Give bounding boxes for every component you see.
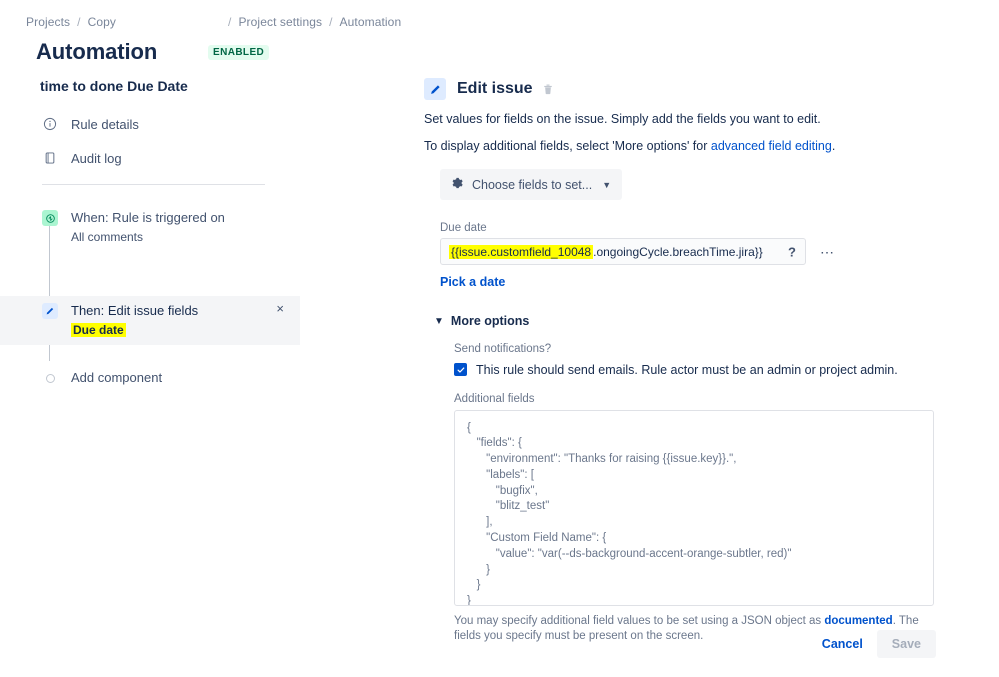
edit-issue-detail-panel: Edit issue Set values for fields on the … [424, 78, 984, 644]
detail-footer: Cancel Save [424, 630, 936, 658]
send-emails-checkbox-label: This rule should send emails. Rule actor… [476, 362, 898, 377]
rule-node-title: Add component [71, 370, 163, 385]
due-date-field-block: Due date {{issue.customfield_10048 .ongoi… [440, 222, 984, 291]
pick-a-date-link[interactable]: Pick a date [440, 275, 505, 289]
detail-header: Edit issue [424, 78, 984, 100]
rule-tree: When: Rule is triggered on All comments … [0, 203, 300, 392]
breadcrumb-item-copy[interactable]: Copy [88, 15, 116, 29]
help-text-before: You may specify additional field values … [454, 614, 825, 627]
page-title: Automation [36, 39, 158, 64]
rule-node-title: Then: Edit issue fields [71, 303, 199, 318]
breadcrumb-separator-3: / [329, 15, 333, 29]
rule-node-add-component[interactable]: Add component [0, 363, 300, 392]
close-icon[interactable]: × [276, 302, 284, 339]
choose-fields-label: Choose fields to set... [472, 177, 593, 192]
documented-link[interactable]: documented [824, 615, 892, 627]
rule-node-subtitle-wrap: Due date [71, 321, 276, 339]
trash-icon[interactable] [542, 83, 554, 96]
breadcrumb-separator-1: / [77, 15, 81, 29]
detail-description-2: To display additional fields, select 'Mo… [424, 138, 984, 155]
checkbox-icon[interactable] [454, 363, 467, 376]
breadcrumb-item-automation[interactable]: Automation [340, 15, 402, 29]
detail-description-2-before: To display additional fields, select 'Mo… [424, 139, 711, 153]
cancel-button[interactable]: Cancel [812, 630, 873, 658]
rule-node-subtitle: All comments [71, 230, 144, 244]
trigger-icon [42, 210, 58, 226]
due-date-label: Due date [440, 222, 487, 234]
detail-description-1: Set values for fields on the issue. Simp… [424, 112, 821, 126]
info-circle-icon [42, 116, 58, 132]
ellipsis-icon[interactable]: ⋯ [820, 245, 835, 259]
status-badge: ENABLED [208, 45, 270, 60]
due-date-input-row: {{issue.customfield_10048 .ongoingCycle.b… [440, 238, 984, 265]
additional-fields-editor[interactable]: { "fields": { "environment": "Thanks for… [454, 409, 934, 606]
sidebar-item-label: Rule details [71, 116, 139, 132]
sidebar-item-rule-details[interactable]: Rule details [42, 111, 300, 137]
rule-node-edit-issue-fields[interactable]: Then: Edit issue fields Due date × [0, 296, 300, 345]
rule-node-title: When: Rule is triggered on [71, 210, 225, 225]
rule-name: time to done Due Date [40, 78, 188, 94]
choose-fields-dropdown[interactable]: Choose fields to set... ▼ [440, 169, 623, 200]
gear-icon [450, 176, 464, 193]
send-emails-checkbox-row[interactable]: This rule should send emails. Rule actor… [454, 363, 984, 377]
edit-pencil-icon [424, 78, 446, 100]
save-button[interactable]: Save [876, 630, 936, 658]
additional-fields-label: Additional fields [454, 392, 535, 405]
rule-node-trigger[interactable]: When: Rule is triggered on All comments [0, 203, 300, 252]
rule-nav-list: Rule details Audit log [0, 111, 300, 171]
advanced-field-editing-link[interactable]: advanced field editing [711, 139, 832, 153]
edit-pencil-icon [42, 303, 58, 319]
chevron-down-icon: ▼ [602, 179, 612, 190]
detail-description-2-after: . [831, 139, 836, 153]
breadcrumb-separator-2: / [228, 15, 232, 29]
more-options-toggle[interactable]: ▼ More options [434, 314, 529, 328]
sidebar-item-audit-log[interactable]: Audit log [42, 145, 300, 171]
sidebar-divider [42, 184, 265, 185]
sidebar-item-label: Audit log [71, 150, 122, 166]
chevron-down-icon: ▼ [434, 315, 444, 327]
due-date-value-rest: .ongoingCycle.breachTime.jira}} [593, 244, 763, 259]
automation-page: Projects / Copy / Project settings / Aut… [0, 0, 999, 677]
breadcrumb-item-project-settings[interactable]: Project settings [238, 15, 322, 29]
breadcrumb-item-projects[interactable]: Projects [26, 15, 70, 29]
detail-title: Edit issue [457, 80, 533, 97]
rule-panel: time to done Due Date Rule details Audit… [0, 78, 300, 392]
add-circle-icon [42, 370, 58, 386]
more-options-content: Send notifications? This rule should sen… [454, 343, 984, 644]
question-mark-icon[interactable]: ? [788, 244, 796, 259]
breadcrumb: Projects / Copy / Project settings / Aut… [26, 15, 401, 29]
additional-fields-json: { "fields": { "environment": "Thanks for… [467, 421, 792, 606]
rule-node-subtitle: Due date [71, 323, 126, 337]
due-date-value-highlighted: {{issue.customfield_10048 [449, 244, 594, 259]
audit-log-icon [42, 150, 58, 166]
send-notifications-label: Send notifications? [454, 342, 552, 355]
due-date-input[interactable]: {{issue.customfield_10048 .ongoingCycle.b… [440, 238, 806, 265]
more-options-label: More options [450, 314, 530, 328]
